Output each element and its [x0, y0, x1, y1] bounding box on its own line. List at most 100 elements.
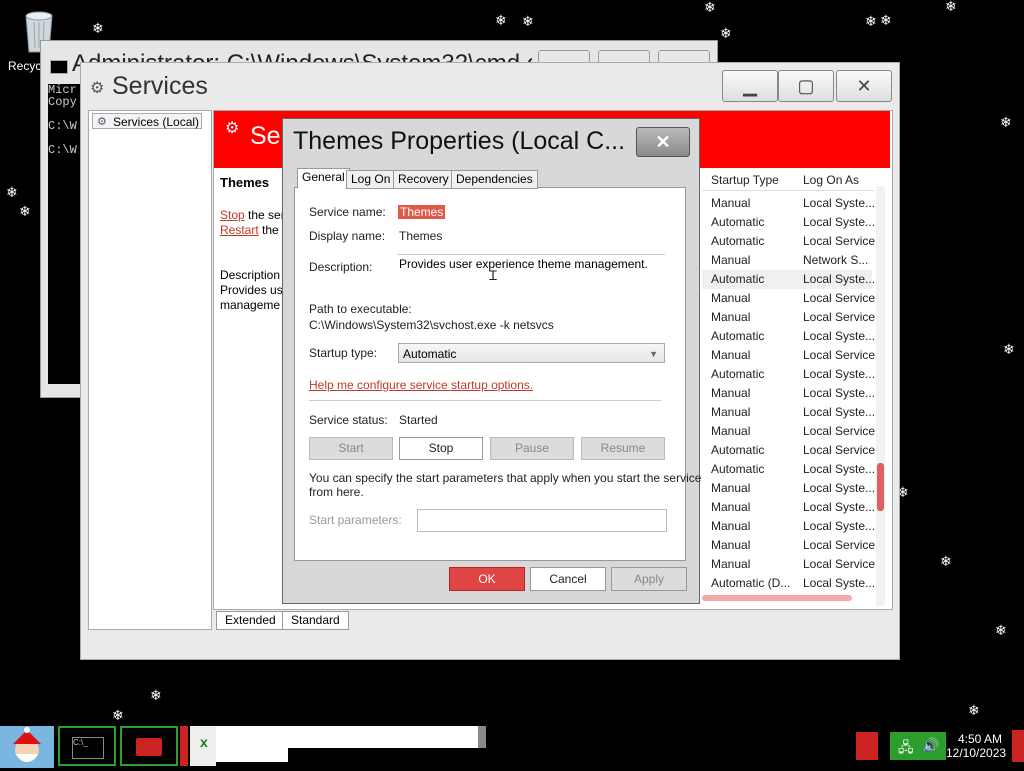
tab-dependencies[interactable]: Dependencies — [451, 170, 538, 189]
startup-type-cell: Manual — [711, 348, 751, 362]
service-name-value[interactable]: Themes — [398, 205, 446, 219]
horizontal-scrollbar[interactable] — [702, 595, 852, 601]
startup-type-cell: Automatic — [711, 215, 765, 229]
startup-type-cell: Manual — [711, 424, 751, 438]
start-parameters-input[interactable] — [417, 509, 667, 532]
stop-service-link[interactable]: Stop — [220, 208, 245, 222]
services-close-button[interactable]: ✕ — [836, 70, 892, 102]
taskbar-excel-item[interactable]: x — [190, 726, 216, 766]
tab-recovery[interactable]: Recovery — [393, 170, 454, 189]
taskbar-window-strip-lower[interactable] — [216, 748, 288, 762]
cmd-line: C:\W — [48, 143, 77, 157]
table-row[interactable]: Manual Local Syste... — [702, 500, 875, 519]
services-minimize-button[interactable]: ▁ — [722, 70, 778, 102]
tab-extended[interactable]: Extended — [216, 611, 285, 630]
startup-type-cell: Manual — [711, 519, 751, 533]
general-tab-panel — [294, 187, 686, 561]
tray-flag-icon[interactable] — [856, 732, 878, 760]
table-row[interactable]: Manual Local Syste... — [702, 405, 875, 424]
table-row[interactable]: Manual Local Service — [702, 424, 875, 443]
table-row[interactable]: Manual Local Syste... — [702, 386, 876, 405]
services-window-title: Services — [112, 72, 208, 100]
services-tree-pane[interactable] — [88, 110, 212, 630]
table-row[interactable]: Manual Local Service — [702, 291, 875, 310]
system-tray[interactable]: 🖧 🔊 — [890, 732, 946, 760]
excel-icon: x — [200, 734, 208, 750]
stop-button[interactable]: Stop — [399, 437, 483, 460]
log-on-as-cell: Local Syste... — [803, 367, 876, 381]
services-gear-icon: ⚙ — [90, 80, 105, 97]
stop-service-text: the ser — [244, 208, 285, 222]
log-on-as-cell: Local Syste... — [803, 329, 876, 343]
column-header-startup-type[interactable]: Startup Type — [711, 173, 779, 187]
snowflake: ❄ — [495, 13, 507, 29]
vertical-scrollbar[interactable] — [876, 186, 885, 606]
dialog-close-button[interactable]: ✕ — [636, 127, 690, 157]
table-row[interactable]: Automatic Local Service — [702, 234, 875, 253]
description-field[interactable]: Provides user experience theme managemen… — [397, 254, 665, 290]
show-desktop-button[interactable] — [1012, 730, 1024, 762]
apply-button[interactable]: Apply — [611, 567, 687, 591]
tab-log-on[interactable]: Log On — [346, 170, 396, 189]
resume-button[interactable]: Resume — [581, 437, 665, 460]
log-on-as-cell: Local Syste... — [803, 386, 876, 400]
service-status-label: Service status: — [309, 413, 388, 427]
startup-type-cell: Automatic — [711, 443, 765, 457]
help-configure-link[interactable]: Help me configure service startup option… — [309, 378, 533, 392]
table-row[interactable]: Manual Local Syste... — [702, 519, 875, 538]
table-row[interactable]: Automatic Local Syste... — [702, 367, 876, 386]
description-label: Description: — [309, 260, 373, 274]
table-row[interactable]: Manual Local Service — [702, 310, 875, 329]
display-name-value[interactable]: Themes — [399, 229, 442, 243]
taskbar-window-strip[interactable] — [216, 726, 478, 748]
network-icon[interactable]: 🖧 — [898, 737, 914, 761]
volume-icon[interactable]: 🔊 — [922, 737, 939, 754]
table-row[interactable]: Automatic Local Service — [702, 443, 875, 462]
table-row[interactable]: Automatic Local Syste... — [702, 272, 875, 291]
pause-button[interactable]: Pause — [490, 437, 574, 460]
table-row[interactable]: Automatic Local Syste... — [702, 329, 876, 348]
clock-time[interactable]: 4:50 AM — [958, 732, 1002, 746]
clock-date[interactable]: 12/10/2023 — [946, 746, 1006, 760]
cancel-button[interactable]: Cancel — [530, 567, 606, 591]
start-button[interactable] — [0, 726, 54, 768]
table-row[interactable]: Manual Local Syste... — [702, 196, 875, 215]
table-row[interactable]: Automatic (D... Local Syste... — [702, 576, 876, 595]
taskbar-toolbox-item[interactable] — [120, 726, 178, 766]
detail-description-line: manageme — [220, 298, 281, 312]
table-row[interactable]: Manual Local Service — [702, 348, 875, 367]
detail-description-line: Provides us — [220, 283, 283, 297]
table-row[interactable]: Automatic Local Syste... — [702, 215, 875, 234]
table-row[interactable]: Manual Local Service — [702, 538, 875, 557]
log-on-as-cell: Local Service — [803, 557, 876, 571]
startup-type-select[interactable]: Automatic ▼ — [398, 343, 665, 363]
log-on-as-cell: Local Syste... — [803, 576, 876, 590]
snowflake: ❄ — [150, 688, 162, 704]
vertical-scrollbar-thumb[interactable] — [877, 463, 884, 511]
table-row[interactable]: Manual Network S... — [702, 253, 874, 272]
services-header-title: Se — [250, 122, 281, 150]
startup-type-cell: Manual — [711, 310, 751, 324]
ok-button[interactable]: OK — [449, 567, 525, 591]
snowflake: ❄ — [1000, 115, 1012, 131]
table-row[interactable]: Manual Local Service — [702, 557, 876, 576]
log-on-as-cell: Local Syste... — [803, 481, 876, 495]
startup-type-cell: Automatic — [711, 367, 765, 381]
tree-item-services-local[interactable]: ⚙ Services (Local) — [92, 113, 202, 129]
column-header-log-on-as[interactable]: Log On As — [803, 173, 859, 187]
snowflake: ❄ — [945, 0, 957, 15]
snowflake: ❄ — [995, 623, 1007, 639]
path-value[interactable]: C:\Windows\System32\svchost.exe -k netsv… — [309, 318, 554, 332]
restart-service-link[interactable]: Restart — [220, 223, 259, 237]
cmd-console[interactable]: Micr Copy C:\W C:\W — [48, 84, 80, 384]
recycle-bin-label[interactable]: Recyc — [8, 59, 41, 73]
start-button[interactable]: Start — [309, 437, 393, 460]
table-row[interactable]: Manual Local Syste... — [702, 481, 876, 500]
snowflake: ❄ — [1003, 342, 1015, 358]
taskbar-cmd-item[interactable]: C:\_ — [58, 726, 116, 766]
startup-type-cell: Manual — [711, 405, 751, 419]
tab-general[interactable]: General — [297, 168, 350, 189]
table-row[interactable]: Automatic Local Syste... — [702, 462, 875, 481]
services-maximize-button[interactable]: ▢ — [778, 70, 834, 102]
tab-standard[interactable]: Standard — [282, 611, 349, 630]
